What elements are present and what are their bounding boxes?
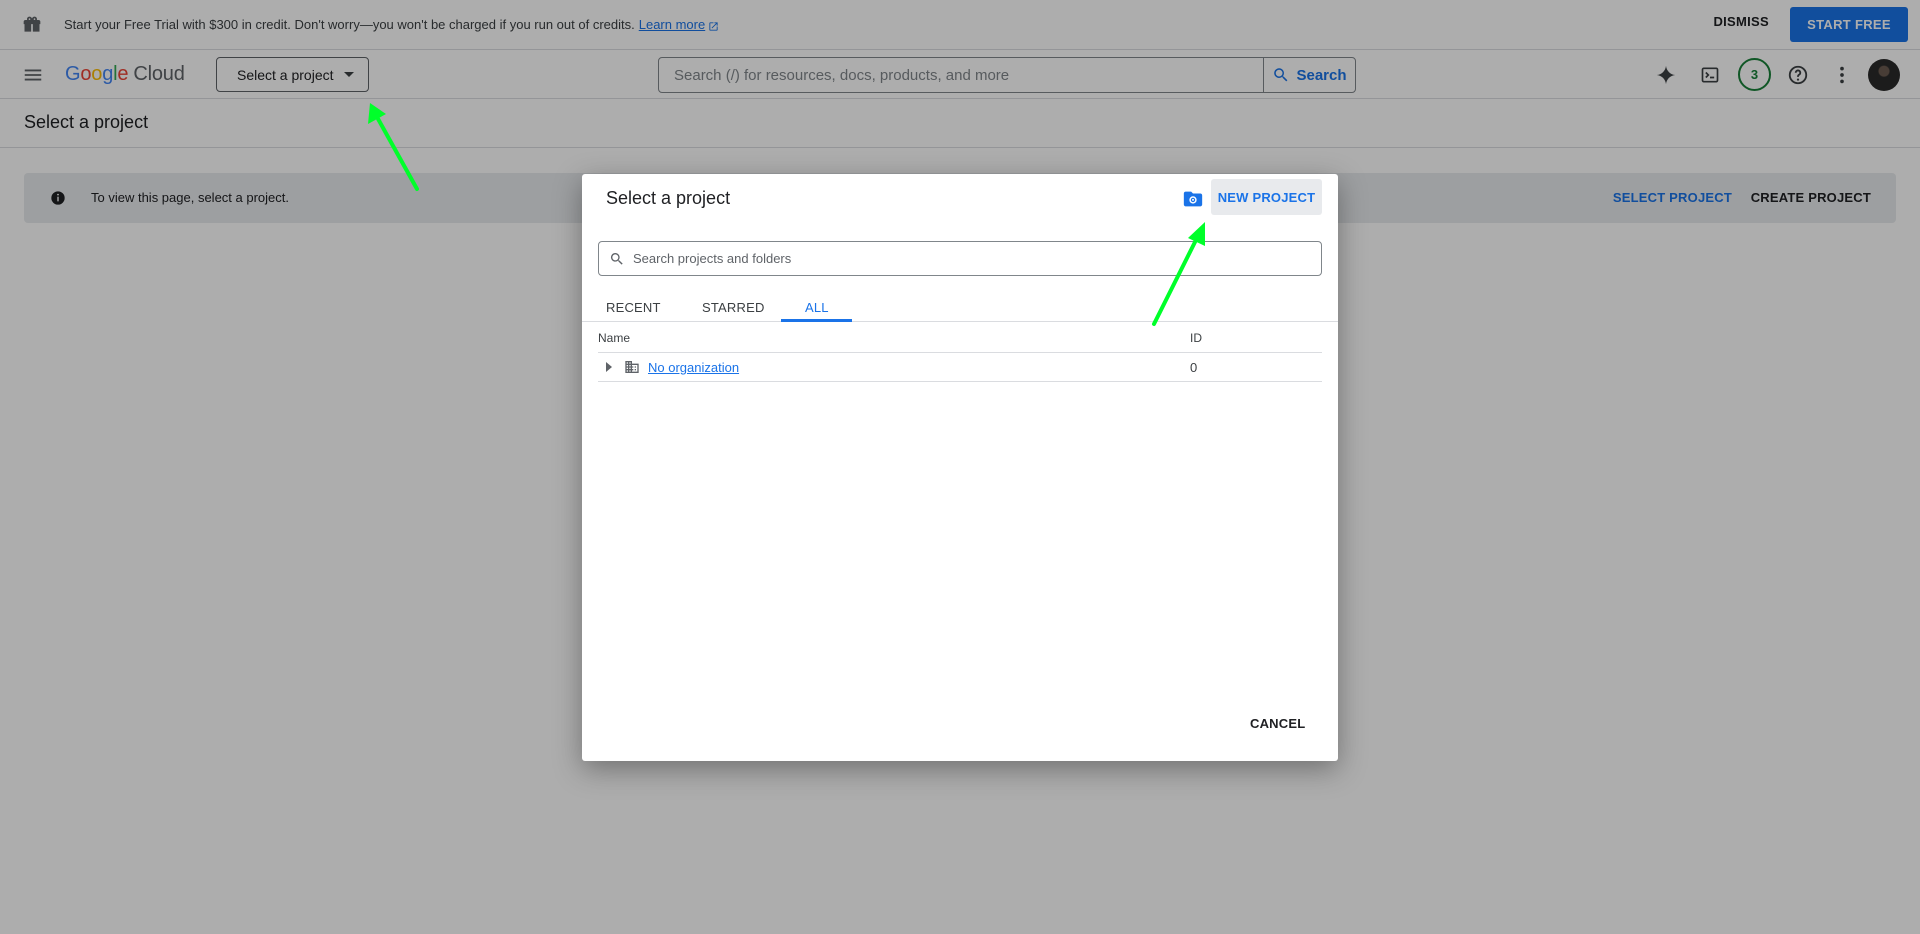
column-header-id: ID — [1190, 331, 1202, 345]
no-organization-link[interactable]: No organization — [648, 360, 739, 375]
organization-building-icon — [624, 359, 640, 375]
project-search-input[interactable]: Search projects and folders — [598, 241, 1322, 276]
table-row: No organization 0 — [598, 353, 1322, 382]
tab-all[interactable]: ALL — [805, 300, 829, 315]
new-project-button[interactable]: NEW PROJECT — [1211, 179, 1322, 215]
dialog-title: Select a project — [606, 188, 731, 208]
select-project-dialog: Select a project NEW PROJECT Search proj… — [582, 174, 1338, 761]
dialog-tabs: RECENT STARRED ALL — [582, 292, 1338, 322]
cancel-button[interactable]: CANCEL — [1250, 716, 1305, 731]
active-tab-indicator — [781, 319, 852, 322]
column-header-name: Name — [598, 331, 631, 345]
project-search-placeholder: Search projects and folders — [633, 251, 792, 266]
tab-starred[interactable]: STARRED — [702, 300, 765, 315]
organization-id: 0 — [1190, 360, 1198, 375]
manage-resources-icon[interactable] — [1182, 188, 1204, 210]
expand-arrow-icon[interactable] — [606, 362, 612, 372]
tab-recent[interactable]: RECENT — [606, 300, 661, 315]
search-icon — [610, 252, 623, 265]
